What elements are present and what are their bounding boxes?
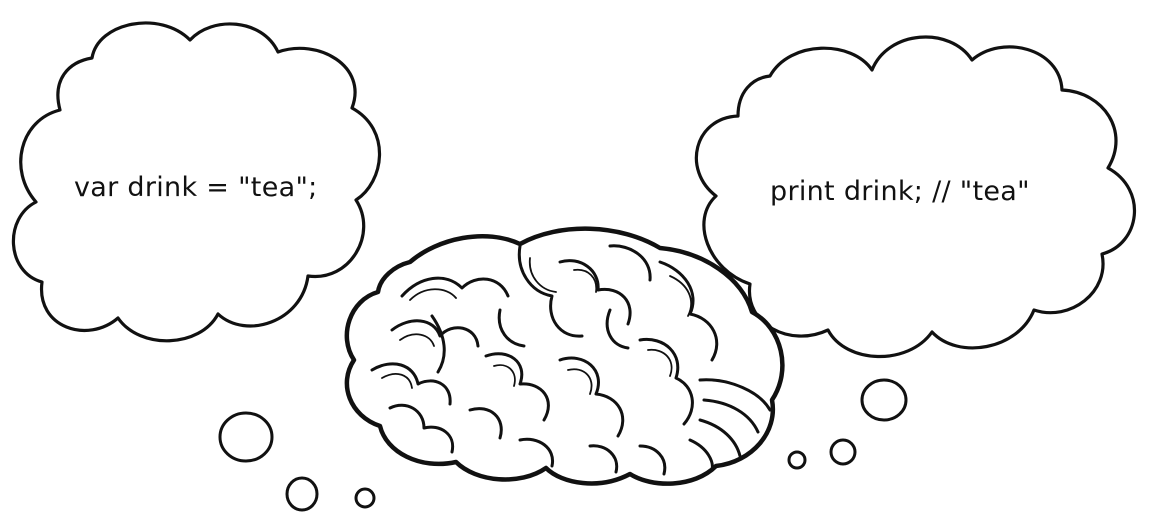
left-bubble-small <box>354 487 376 509</box>
right-bubble-small <box>787 450 807 470</box>
brain-outline <box>344 226 785 486</box>
right-thought-bubbles <box>787 378 908 470</box>
left-bubble-large <box>218 411 274 463</box>
brain-icon <box>344 226 785 486</box>
illustration: var drink = "tea"; print drink; // "tea" <box>11 21 1136 512</box>
left-thought-bubbles <box>218 411 376 512</box>
right-bubble-medium <box>829 438 857 466</box>
left-bubble-medium <box>285 476 319 512</box>
right-bubble-large <box>860 378 908 422</box>
left-thought-text: var drink = "tea"; <box>74 172 318 203</box>
right-thought-text: print drink; // "tea" <box>770 176 1030 207</box>
right-thought-cloud: print drink; // "tea" <box>694 35 1136 359</box>
left-thought-cloud: var drink = "tea"; <box>11 21 382 343</box>
